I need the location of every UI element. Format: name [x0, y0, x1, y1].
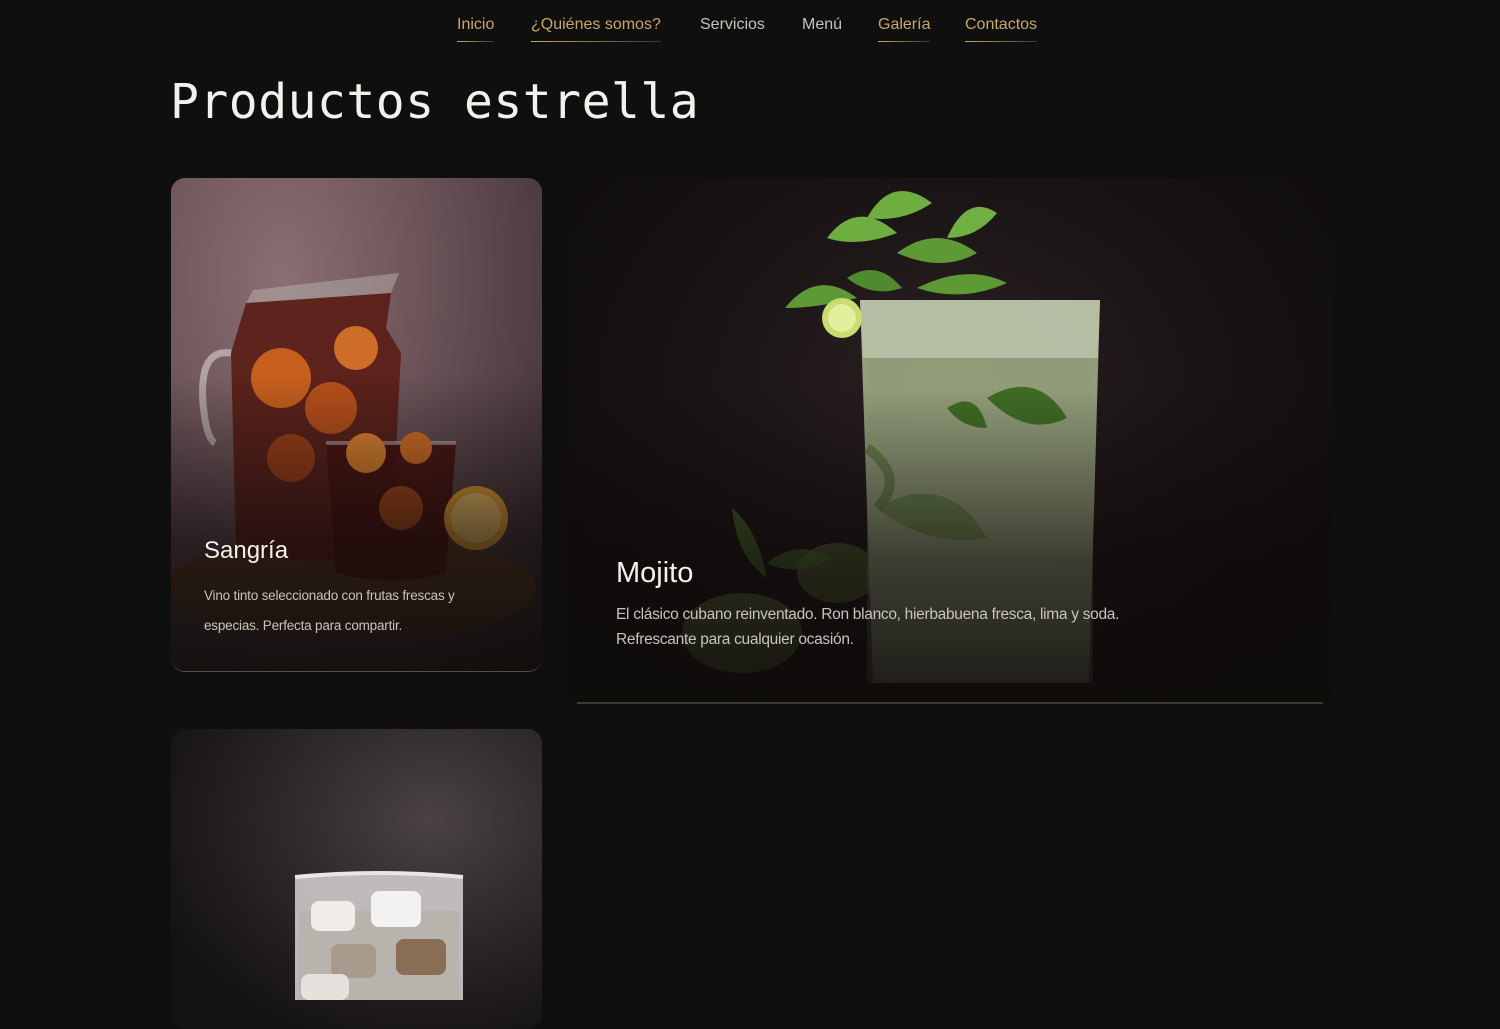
product-card-iced-coffee[interactable]: [171, 729, 542, 1029]
product-name: Mojito: [616, 557, 694, 589]
product-description: El clásico cubano reinventado. Ron blanc…: [616, 606, 1120, 648]
iced-coffee-glass-icon: [294, 871, 464, 1000]
nav-link-servicios[interactable]: Servicios: [700, 16, 765, 40]
product-card-mojito[interactable]: Mojito El clásico cubano reinventado. Ro…: [567, 178, 1333, 704]
main-nav: Inicio ¿Quiénes somos? Servicios Menú Ga…: [0, 16, 1500, 48]
page-title: Productos estrella: [170, 74, 700, 130]
product-card-sangria[interactable]: Sangría Vino tinto seleccionado con frut…: [171, 178, 542, 672]
nav-link-inicio[interactable]: Inicio: [457, 16, 495, 42]
card-divider: [577, 702, 1323, 704]
nav-link-quienes-somos[interactable]: ¿Quiénes somos?: [531, 16, 661, 42]
nav-link-contactos[interactable]: Contactos: [965, 16, 1038, 42]
product-name: Sangría: [204, 537, 289, 564]
nav-link-menu[interactable]: Menú: [802, 16, 842, 40]
product-description: Vino tinto seleccionado con frutas fresc…: [204, 588, 455, 633]
card-gradient-overlay: [567, 388, 1333, 704]
nav-link-galeria[interactable]: Galería: [878, 16, 931, 42]
